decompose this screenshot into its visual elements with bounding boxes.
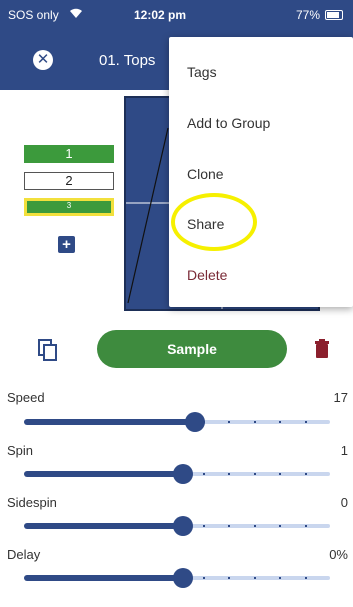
slider-fill [24,471,183,477]
slider-tick [228,525,230,527]
delay-value: 0% [329,547,348,562]
slider-fill [24,419,195,425]
carrier-label: SOS only [8,8,59,22]
slider-thumb[interactable] [173,568,193,588]
spin-slider[interactable] [24,464,330,484]
spin-value: 1 [340,443,348,458]
wifi-icon [70,8,82,18]
ball-item-1[interactable]: 1 [24,145,114,163]
trash-icon[interactable] [315,339,329,358]
share-highlight-ring [171,193,257,251]
sidespin-slider[interactable] [24,516,330,536]
slider-tick [228,473,230,475]
battery-percent: 77% [296,8,321,22]
sidespin-value: 0 [340,495,348,510]
status-bar: SOS only 12:02 pm 77% [0,0,353,30]
slider-tick [228,421,230,423]
slider-fill [24,523,183,529]
slider-tick [254,473,256,475]
speed-slider[interactable] [24,412,330,432]
slider-tick [279,525,281,527]
slider-tick [279,473,281,475]
delay-slider[interactable] [24,568,330,588]
slider-thumb[interactable] [173,464,193,484]
copy-icon[interactable] [38,339,58,361]
slider-tick [305,525,307,527]
slider-tick [279,577,281,579]
speed-value: 17 [333,390,348,405]
slider-tick [305,421,307,423]
menu-item-tags[interactable]: Tags [187,64,217,80]
slider-tick [228,577,230,579]
menu-item-clone[interactable]: Clone [187,166,224,182]
slider-thumb[interactable] [173,516,193,536]
delay-label: Delay [7,547,41,562]
slider-tick [254,421,256,423]
clock: 12:02 pm [134,8,187,22]
slider-tick [254,577,256,579]
menu-item-add-to-group[interactable]: Add to Group [187,115,270,131]
slider-thumb[interactable] [185,412,205,432]
slider-tick [203,577,205,579]
sidespin-label: Sidespin [7,495,57,510]
slider-tick [305,473,307,475]
context-menu: Tags Add to Group Clone Share Delete [169,37,353,307]
slider-tick [279,421,281,423]
slider-fill [24,575,183,581]
menu-item-delete[interactable]: Delete [187,267,227,283]
slider-tick [305,577,307,579]
ball-item-2[interactable]: 2 [24,172,114,190]
slider-tick [254,525,256,527]
battery-icon [325,10,343,20]
add-ball-button[interactable]: + [58,236,75,253]
ball-item-3-selected[interactable]: 3 [24,198,114,216]
sample-button[interactable]: Sample [97,330,287,368]
slider-tick [203,525,205,527]
slider-tick [203,473,205,475]
spin-label: Spin [7,443,34,458]
drill-title: 01. Tops [99,52,156,69]
speed-label: Speed [7,390,45,405]
close-icon[interactable]: ✕ [33,50,53,70]
